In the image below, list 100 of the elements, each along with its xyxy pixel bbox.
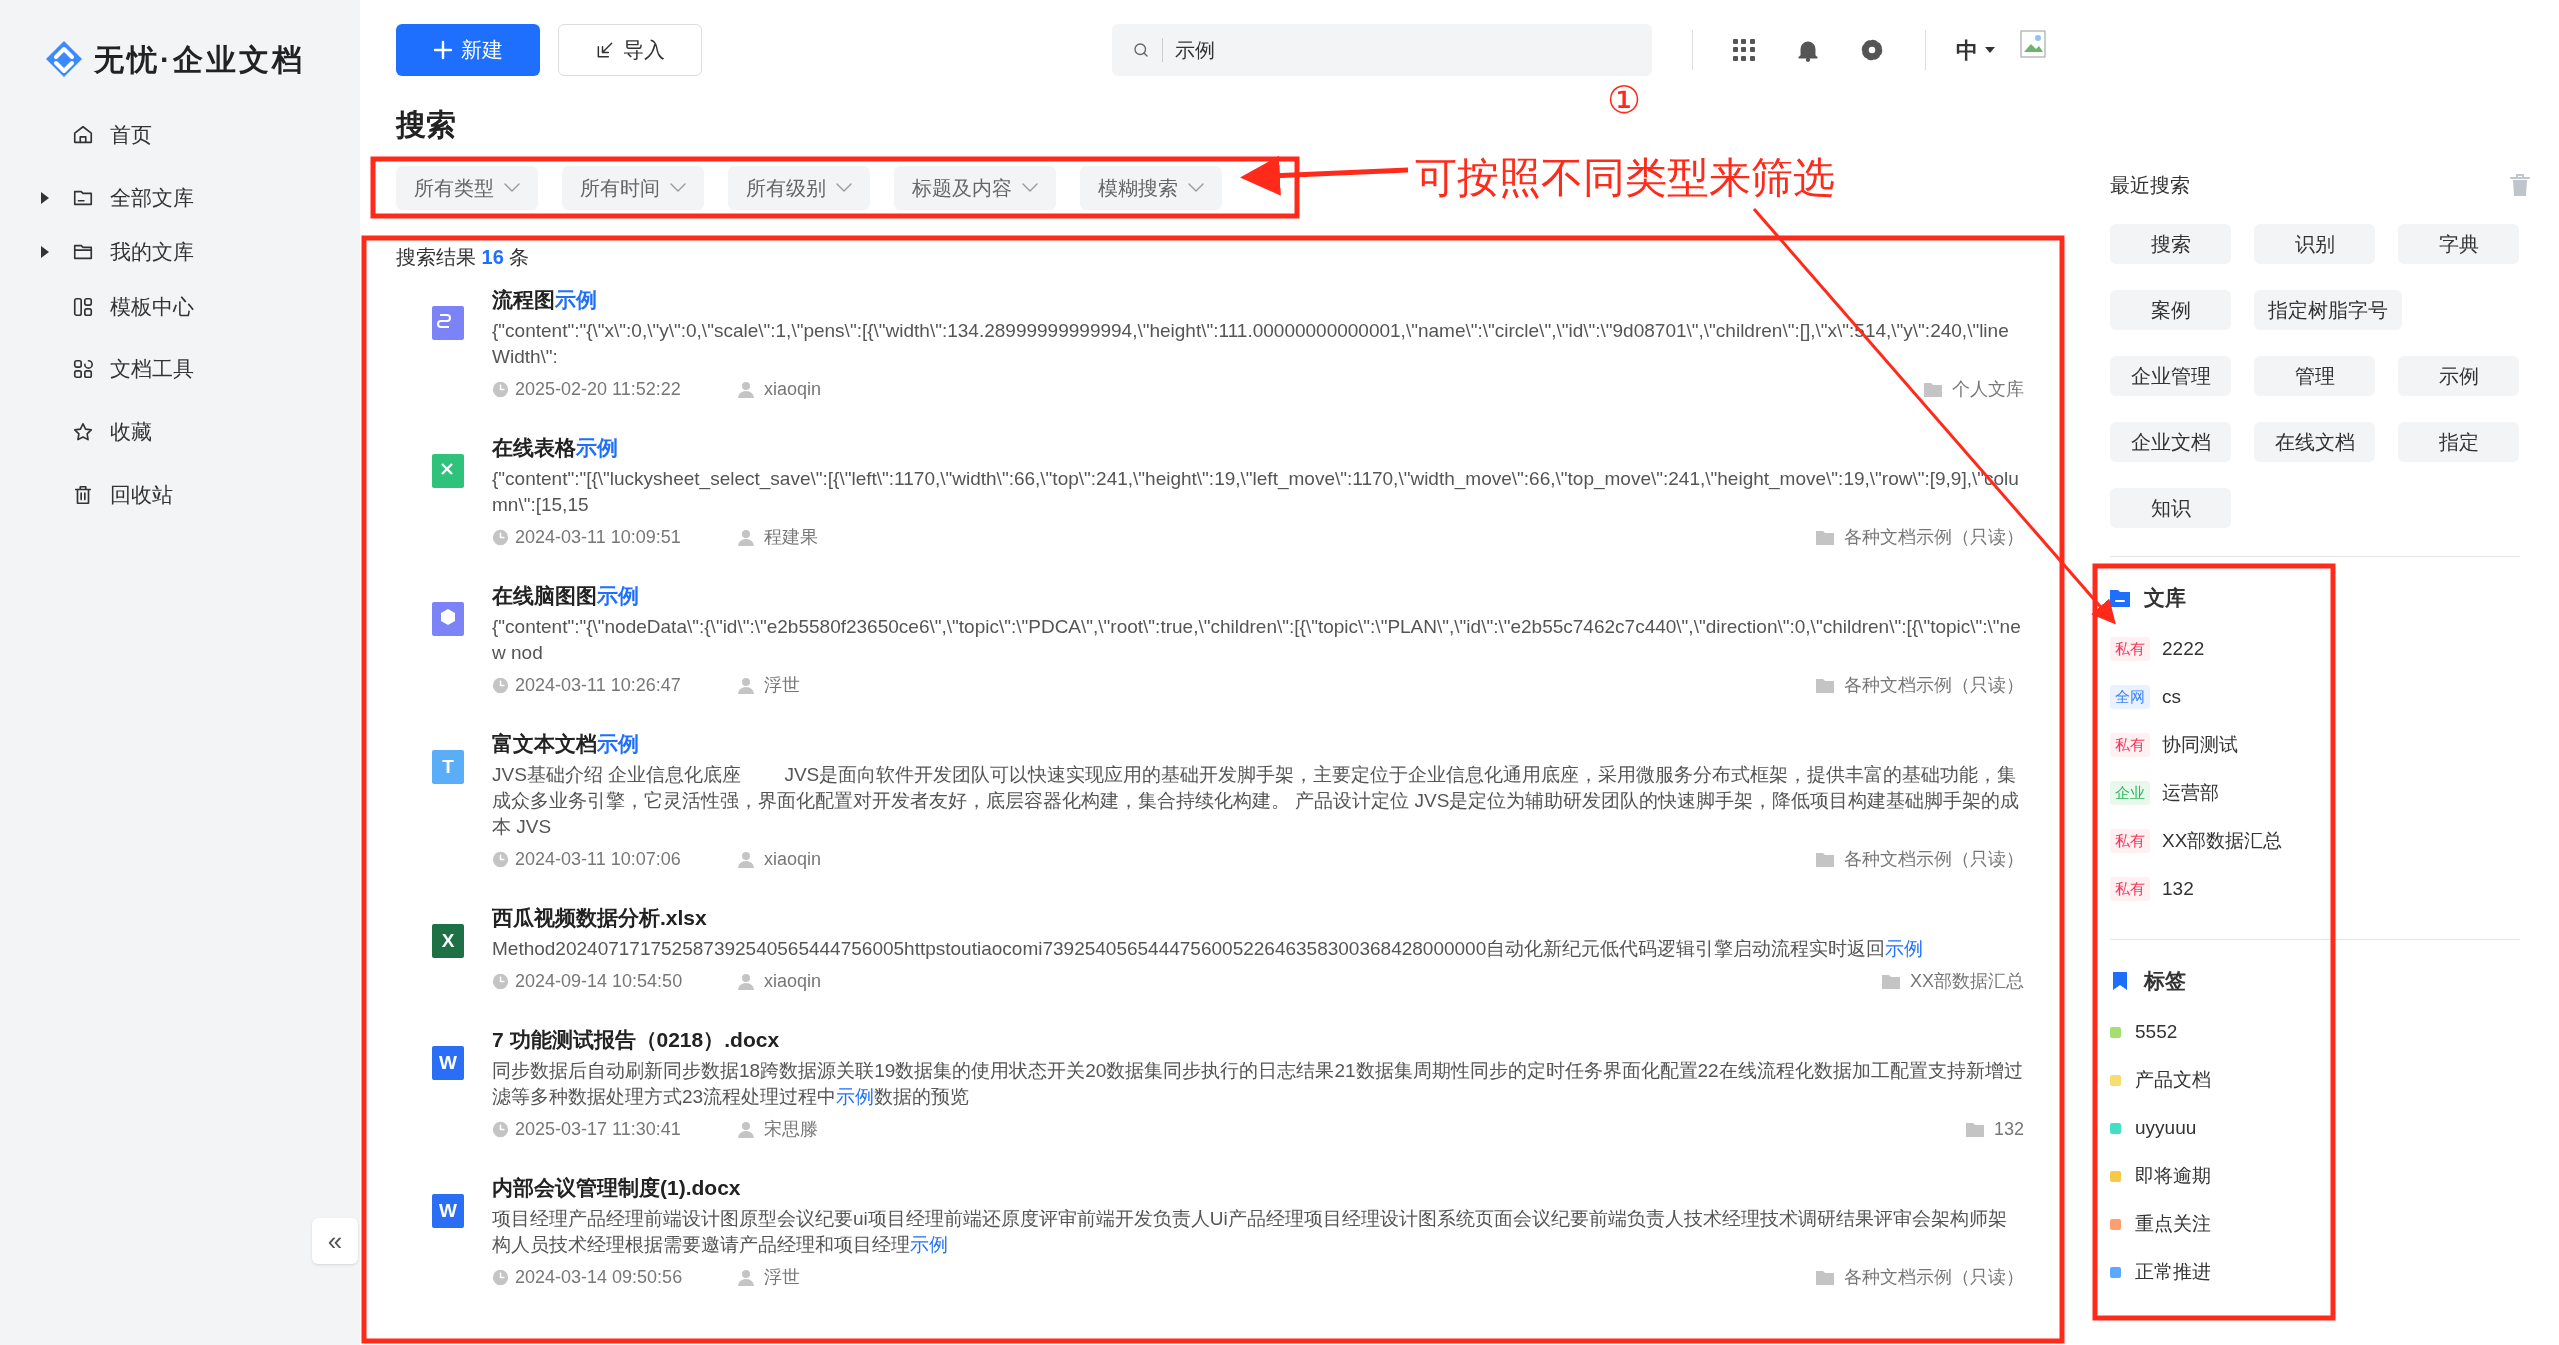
collapse-button[interactable]: « (312, 1218, 358, 1264)
annotation-text: 可按照不同类型来筛选 (1415, 153, 1835, 203)
result-library[interactable]: 各种文档示例（只读） (1844, 1263, 2024, 1291)
result-author: 宋思滕 (764, 1117, 818, 1141)
tag-name: 即将逾期 (2135, 1163, 2211, 1188)
sidebar-item[interactable]: 首页 (0, 110, 360, 160)
result-time: 2024-03-14 09:50:56 (515, 1265, 683, 1289)
filter-dropdown[interactable]: 所有级别 (728, 166, 870, 210)
result-time: 2025-03-17 11:30:41 (515, 1117, 681, 1141)
word-file-icon: W (432, 1046, 464, 1080)
tag-item[interactable]: uyyuuu (2110, 1104, 2530, 1152)
result-author: 浮世 (764, 673, 800, 697)
tag-item[interactable]: 重点关注 (2110, 1200, 2530, 1248)
result-title[interactable]: 西瓜视频数据分析.xlsx (492, 902, 707, 934)
sidebar-item[interactable]: 模板中心 (0, 282, 360, 332)
new-button[interactable]: 新建 (396, 24, 540, 76)
tag-name: 5552 (2135, 1019, 2178, 1044)
result-author: 浮世 (764, 1265, 800, 1289)
result-time: 2024-03-11 10:09:51 (515, 525, 681, 549)
result-snippet: 项目经理产品经理前端设计图原型会议纪要ui项目经理前端还原度评审前端开发负责人Ui产品经理项目经理设计图系统页面会议纪要前端负责人技术经理技术调研结果评审会架构师架构人员技术经理根据需要邀请产品经理和项目经理示例 (492, 1207, 2008, 1257)
recent-search-chip[interactable]: 企业管理 (2110, 356, 2231, 396)
result-author: xiaoqin (764, 847, 822, 871)
result-count: 搜索结果 16 条 (396, 245, 530, 270)
page-title: 搜索 (396, 107, 456, 143)
result-snippet: {"content":"{\"nodeData\":{\"id\":\"e2b5580f23650ce6\",\"topic\":\"PDCA\",\"root\":true,\"children\":[{\"topic\":\"PLAN\",\"id\":\"e2b55c7462c7c440\",\"direction\":0,\"children\":[{\"topic\":\"new nod (492, 615, 2022, 665)
sidebar-item[interactable]: 文档工具 (0, 344, 360, 394)
result-library[interactable]: 各种文档示例（只读） (1844, 671, 2024, 699)
result-library[interactable]: 各种文档示例（只读） (1844, 845, 2024, 873)
tag-item[interactable]: 5552 (2110, 1008, 2530, 1056)
filter-dropdown[interactable]: 标题及内容 (894, 166, 1056, 210)
recent-search-chip[interactable]: 指定树脂字号 (2254, 290, 2402, 330)
result-title[interactable]: 在线脑图图示例 (492, 580, 639, 612)
tag-item[interactable]: 即将逾期 (2110, 1152, 2530, 1200)
recent-search-chip[interactable]: 管理 (2254, 356, 2375, 396)
result-library[interactable]: 各种文档示例（只读） (1844, 523, 2024, 551)
library-name: cs (2162, 684, 2181, 709)
tag-name: uyyuuu (2135, 1115, 2197, 1140)
recent-search-chip[interactable]: 识别 (2254, 224, 2375, 264)
recent-search-chip[interactable]: 知识 (2110, 488, 2231, 528)
scope-tag: 私有 (2110, 877, 2150, 901)
result-library[interactable]: 个人文库 (1952, 375, 2024, 403)
recent-search-chip[interactable]: 字典 (2398, 224, 2519, 264)
result-author: xiaoqin (764, 377, 822, 401)
result-snippet: Method202407171752587392540565444756005httpstoutiaocomi739254056544475600522646358300368428000000自动化新纪元低代码逻辑引擎启动流程实时返回示例 (492, 937, 1925, 961)
library-name: 2222 (2162, 636, 2205, 661)
filter-dropdown[interactable]: 所有时间 (562, 166, 704, 210)
scope-tag: 全网 (2110, 685, 2150, 709)
scope-tag: 私有 (2110, 637, 2150, 661)
library-name: 运营部 (2162, 780, 2219, 805)
result-snippet: 同步数据后自动刷新同步数据18跨数据源关联19数据集的使用状态开关20数据集同步执行的日志结果21数据集周期性同步的定时任务界面化配置22在线流程化数据加工配置支持新增过滤等多种数据处理方式23流程处理过程中示例数据的预览 (492, 1059, 2024, 1109)
library-item[interactable]: 私有 协同测试 (2110, 721, 2530, 769)
result-title[interactable]: 内部会议管理制度(1).docx (492, 1172, 741, 1204)
result-title[interactable]: 在线表格示例 (492, 432, 618, 464)
filter-dropdown[interactable]: 所有类型 (396, 166, 538, 210)
text-file-icon: T (432, 750, 464, 784)
result-time: 2024-03-11 10:26:47 (515, 673, 681, 697)
tag-item[interactable]: 正常推进 (2110, 1248, 2530, 1296)
result-time: 2024-03-11 10:07:06 (515, 847, 681, 871)
scope-tag: 私有 (2110, 829, 2150, 853)
app-name: 无忧·企业文档 (94, 41, 305, 78)
word-file-icon: W (432, 1194, 464, 1228)
filter-dropdown[interactable]: 模糊搜索 (1080, 166, 1222, 210)
result-author: 程建果 (764, 525, 818, 549)
search-input[interactable]: 示例 (1175, 35, 1632, 65)
sidebar-item[interactable]: 回收站 (0, 470, 360, 520)
scope-tag: 企业 (2110, 781, 2150, 805)
recent-search-chip[interactable]: 示例 (2398, 356, 2519, 396)
search-field[interactable]: 示例 (1112, 24, 1652, 76)
result-library[interactable]: 132 (1993, 1115, 2024, 1143)
language-menu[interactable]: 中 (1956, 33, 1996, 67)
tag-name: 重点关注 (2135, 1211, 2211, 1236)
library-name: 132 (2162, 876, 2194, 901)
tag-name: 正常推进 (2135, 1259, 2211, 1284)
recent-search-chip[interactable]: 企业文档 (2110, 422, 2231, 462)
sidebar-item[interactable]: 我的文库 (0, 227, 360, 277)
sidebar-item[interactable]: 收藏 (0, 407, 360, 457)
excel-file-icon: X (432, 924, 464, 958)
section-title: 最近搜索 (2110, 173, 2190, 198)
recent-search-chip[interactable]: 搜索 (2110, 224, 2231, 264)
recent-search-chip[interactable]: 在线文档 (2254, 422, 2375, 462)
result-title[interactable]: 富文本文档示例 (492, 728, 639, 760)
result-title[interactable]: 流程图示例 (492, 284, 597, 316)
sidebar-item[interactable]: 全部文库 (0, 173, 360, 223)
library-name: 协同测试 (2162, 732, 2238, 757)
result-time: 2024-09-14 10:54:50 (515, 969, 683, 993)
tag-item[interactable]: 产品文档 (2110, 1056, 2530, 1104)
library-item[interactable]: 企业 运营部 (2110, 769, 2530, 817)
result-library[interactable]: XX部数据汇总 (1910, 967, 2024, 995)
recent-search-chip[interactable]: 案例 (2110, 290, 2231, 330)
library-item[interactable]: 全网 cs (2110, 673, 2530, 721)
library-name: XX部数据汇总 (2162, 828, 2283, 853)
result-author: xiaoqin (764, 969, 822, 993)
library-item[interactable]: 私有 132 (2110, 865, 2530, 913)
library-item[interactable]: 私有 2222 (2110, 625, 2530, 673)
import-button[interactable]: 导入 (558, 24, 702, 76)
result-title[interactable]: 7 功能测试报告（0218）.docx (492, 1024, 780, 1056)
library-item[interactable]: 私有 XX部数据汇总 (2110, 817, 2530, 865)
result-time: 2025-02-20 11:52:22 (515, 377, 681, 401)
scope-tag: 私有 (2110, 733, 2150, 757)
recent-search-chip[interactable]: 指定 (2398, 422, 2519, 462)
